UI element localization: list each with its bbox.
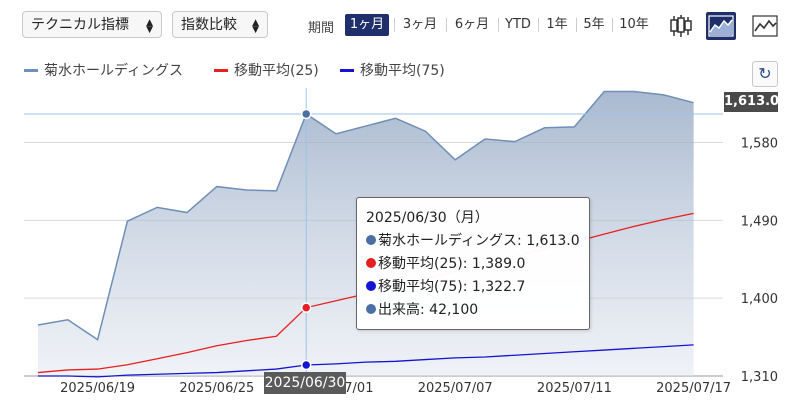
ma25-hover-marker: [300, 302, 312, 313]
tooltip-dot: [366, 235, 376, 245]
x-tick-label: 2025/07/07: [418, 381, 493, 396]
crosshair-date-label: 2025/06/30: [264, 372, 346, 394]
tooltip-row-ma25: 移動平均(25): 1,389.0: [366, 253, 589, 276]
tooltip-label: 出来高: [378, 302, 420, 318]
x-tick-label: 2025/06/25: [179, 381, 254, 396]
y-tick-label: 1,580: [741, 136, 778, 151]
y-tick-label: 1,310: [741, 370, 778, 385]
y-tick-label: 1,490: [741, 214, 778, 229]
tooltip-value: 1,613.0: [526, 233, 580, 249]
tooltip-row-ma75: 移動平均(75): 1,322.7: [366, 276, 589, 299]
ma75-hover-marker: [300, 359, 312, 371]
tooltip-dot: [366, 258, 376, 268]
hover-tooltip: 2025/06/30（月） 菊水ホールディングス: 1,613.0 移動平均(2…: [356, 197, 590, 330]
price-hover-marker: [300, 108, 312, 120]
tooltip-value: 42,100: [429, 302, 479, 318]
tooltip-label: 移動平均(75): [378, 279, 463, 295]
tooltip-row-price: 菊水ホールディングス: 1,613.0: [366, 230, 589, 253]
tooltip-label: 移動平均(25): [378, 256, 463, 272]
x-tick-label: 2025/06/19: [60, 381, 135, 396]
tooltip-dot: [366, 281, 376, 291]
tooltip-row-volume: 出来高: 42,100: [366, 299, 589, 322]
y-tick-label: 1,400: [741, 292, 778, 307]
x-tick-label: 2025/07/17: [656, 381, 731, 396]
tooltip-dot: [366, 304, 376, 314]
tooltip-label: 菊水ホールディングス: [378, 233, 518, 249]
tooltip-value: 1,389.0: [471, 256, 526, 272]
tooltip-value: 1,322.7: [471, 279, 526, 295]
x-tick-label: 2025/07/11: [537, 381, 612, 396]
tooltip-date: 2025/06/30（月）: [366, 210, 489, 226]
current-price-label: 1,613.0: [724, 92, 779, 112]
